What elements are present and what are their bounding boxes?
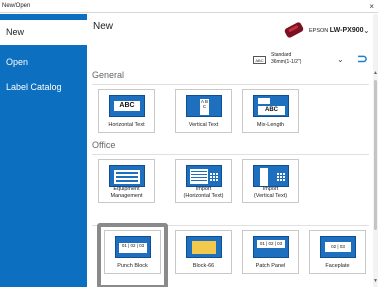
template-thumbnail: ABC [253, 95, 289, 117]
page-title: New [93, 21, 114, 32]
template-label: Import (Horizontal Text) [183, 186, 224, 199]
section-title-general: General [92, 70, 125, 80]
scroll-down-icon[interactable]: ▼ [373, 278, 378, 284]
template-label: Block-66 [192, 263, 215, 269]
sidebar-item-label-catalog[interactable]: Label Catalog [0, 75, 87, 100]
template-horizontal-text[interactable]: ABC Horizontal Text [98, 89, 155, 133]
printer-name: EPSON LW-PX900 [309, 27, 364, 34]
tape-type: Standard [271, 52, 292, 58]
scroll-up-icon[interactable]: ▲ [373, 70, 378, 76]
template-label: Vertical Text [188, 122, 219, 128]
tape-icon: ABC [253, 56, 266, 64]
template-thumbnail [253, 165, 289, 187]
section-divider [92, 154, 369, 155]
section-divider [92, 84, 369, 85]
template-label: Mix-Length [256, 122, 285, 128]
window-titlebar: New/Open × [0, 0, 378, 13]
sidebar-item-label: Open [6, 57, 29, 67]
template-equipment-management[interactable]: Equipment Management [98, 159, 155, 203]
tape-options-icon[interactable]: ⊃ [357, 51, 368, 67]
template-patch-panel[interactable]: 01 | 02 | 03 Patch Panel [242, 230, 299, 274]
window-title: New/Open [2, 3, 31, 9]
template-label: Equipment Management [110, 186, 143, 199]
tape-info: Standard 36mm(1-1/2") [271, 52, 301, 66]
sidebar: New Open Label Catalog [0, 14, 87, 287]
close-icon[interactable]: × [369, 0, 374, 13]
template-label: Patch Panel [255, 263, 286, 269]
template-label: Import (Vertical Text) [253, 186, 288, 199]
template-thumbnail: ABC [109, 95, 145, 117]
sidebar-item-label: Label Catalog [6, 82, 62, 92]
printer-selector[interactable]: EPSON LW-PX900 ⌄ [283, 21, 375, 39]
chevron-down-icon[interactable]: ⌄ [363, 26, 370, 35]
section-title-office: Office [92, 140, 116, 150]
template-import-horizontal[interactable]: Import (Horizontal Text) [175, 159, 232, 203]
template-label: Horizontal Text [108, 122, 145, 128]
template-thumbnail: 02 | 03 [320, 236, 356, 258]
selection-highlight [97, 223, 168, 287]
template-mix-length[interactable]: ABC Mix-Length [242, 89, 299, 133]
tape-selector[interactable]: ABC Standard 36mm(1-1/2") ⌄ ⊃ [253, 51, 377, 71]
template-import-vertical[interactable]: Import (Vertical Text) [242, 159, 299, 203]
template-thumbnail: A B C [186, 95, 222, 117]
tape-width: 36mm(1-1/2") [271, 59, 302, 65]
sidebar-item-new[interactable]: New [0, 20, 87, 45]
template-thumbnail [186, 236, 222, 258]
template-label: Faceplate [325, 263, 350, 269]
template-block-66[interactable]: Block-66 [175, 230, 232, 274]
label-printer-icon [283, 21, 305, 39]
scroll-thumb[interactable] [374, 80, 377, 230]
template-faceplate[interactable]: 02 | 03 Faceplate [309, 230, 366, 274]
sidebar-item-open[interactable]: Open [0, 50, 87, 75]
sidebar-item-label: New [6, 27, 25, 37]
template-thumbnail: 01 | 02 | 03 [253, 236, 289, 258]
template-thumbnail [186, 165, 222, 187]
template-thumbnail [109, 165, 145, 187]
main-panel: New EPSON LW-PX900 ⌄ ABC Standard 36mm(1… [87, 14, 378, 287]
vertical-scrollbar[interactable] [373, 14, 378, 287]
template-vertical-text[interactable]: A B C Vertical Text [175, 89, 232, 133]
chevron-down-icon[interactable]: ⌄ [337, 55, 344, 64]
